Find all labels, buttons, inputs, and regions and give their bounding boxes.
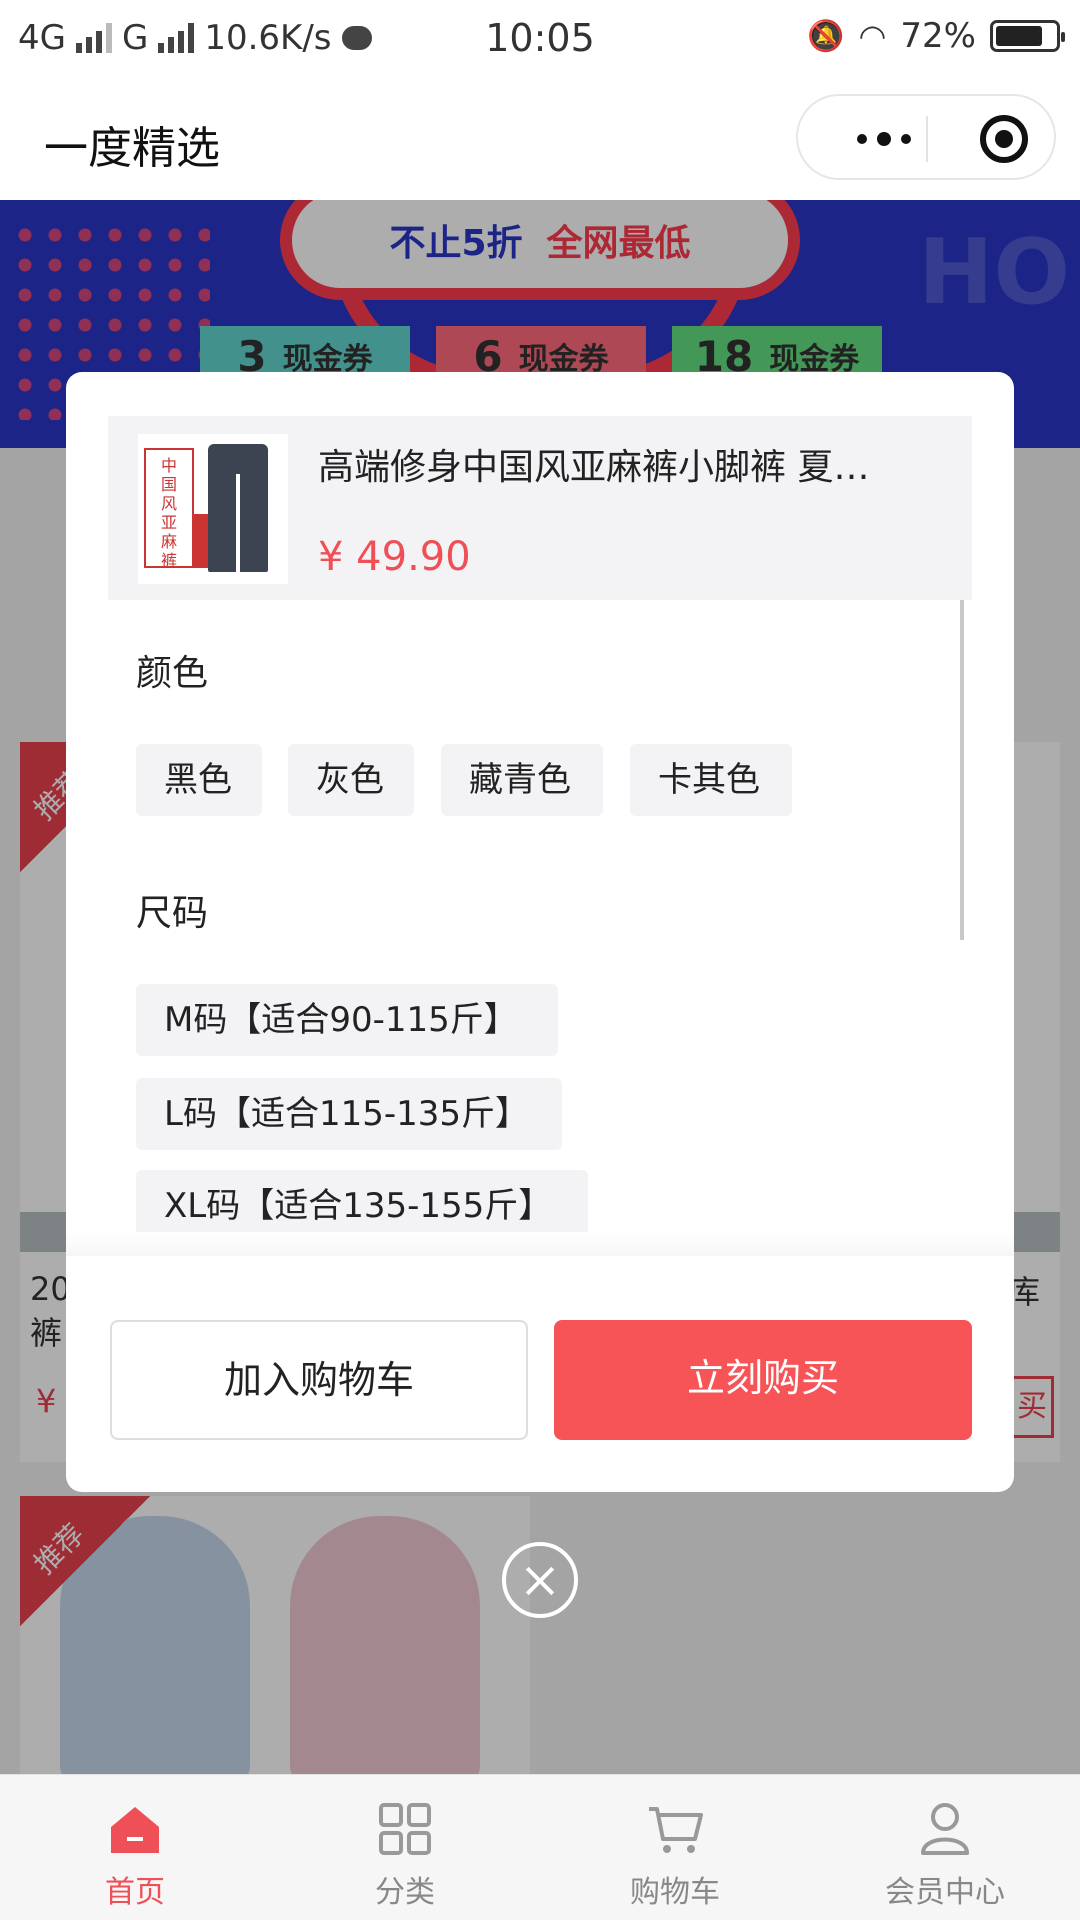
more-icon[interactable] xyxy=(834,122,934,156)
app-header: 一度精选 xyxy=(0,78,1080,200)
wifi-icon: ◠ xyxy=(858,17,887,55)
cart-icon xyxy=(649,1807,703,1853)
page-title: 一度精选 xyxy=(44,123,220,174)
color-option-black[interactable]: 黑色 xyxy=(136,744,262,816)
add-to-cart-button[interactable]: 加入购物车 xyxy=(110,1320,528,1440)
battery-icon xyxy=(990,20,1065,52)
options-scrollbar[interactable] xyxy=(960,600,964,940)
thumbnail-label: 中国风亚麻裤 xyxy=(144,448,194,570)
tab-label: 购物车 xyxy=(630,1875,720,1910)
pants-image xyxy=(208,444,268,572)
product-price: ¥ 49.90 xyxy=(318,534,471,580)
tab-category[interactable]: 分类 xyxy=(270,1775,540,1920)
color-option-gray[interactable]: 灰色 xyxy=(288,744,414,816)
tab-label: 首页 xyxy=(105,1875,165,1910)
bottom-tab-bar: 首页 分类 购物车 会员中心 xyxy=(0,1774,1080,1920)
color-label: 颜色 xyxy=(136,653,209,694)
tab-member-center[interactable]: 会员中心 xyxy=(810,1775,1080,1920)
product-title: 高端修身中国风亚麻裤小脚裤 夏… xyxy=(318,447,870,488)
size-option-m[interactable]: M码【适合90-115斤】 xyxy=(136,984,558,1056)
product-thumbnail: 中国风亚麻裤 xyxy=(138,434,288,584)
size-option-l[interactable]: L码【适合115-135斤】 xyxy=(136,1078,562,1150)
sku-selector-dialog: 中国风亚麻裤 高端修身中国风亚麻裤小脚裤 夏… ¥ 49.90 颜色 黑色 灰色… xyxy=(66,372,1014,1492)
color-option-khaki[interactable]: 卡其色 xyxy=(630,744,792,816)
capsule-divider xyxy=(926,116,928,162)
close-dialog-icon[interactable] xyxy=(502,1542,578,1618)
user-icon xyxy=(921,1803,969,1855)
mute-bell-icon: 🔕 xyxy=(807,18,845,54)
battery-percent: 72% xyxy=(900,16,976,56)
status-bar: 4G G 10.6K/s 10:05 🔕 ◠ 72% xyxy=(0,0,1080,78)
status-right: 🔕 ◠ 72% xyxy=(807,16,1065,56)
close-program-icon[interactable] xyxy=(980,115,1028,163)
tab-cart[interactable]: 购物车 xyxy=(540,1775,810,1920)
tab-label: 分类 xyxy=(375,1875,435,1910)
size-label: 尺码 xyxy=(136,893,209,934)
tab-label: 会员中心 xyxy=(885,1875,1005,1910)
mini-program-capsule xyxy=(796,94,1056,180)
selected-product-summary: 中国风亚麻裤 高端修身中国风亚麻裤小脚裤 夏… ¥ 49.90 xyxy=(108,416,972,600)
buy-now-button[interactable]: 立刻购买 xyxy=(554,1320,972,1440)
color-option-navy[interactable]: 藏青色 xyxy=(441,744,603,816)
home-icon xyxy=(111,1807,159,1853)
grid-icon xyxy=(379,1803,431,1855)
options-fade xyxy=(66,1232,1014,1256)
tab-home[interactable]: 首页 xyxy=(0,1775,270,1920)
